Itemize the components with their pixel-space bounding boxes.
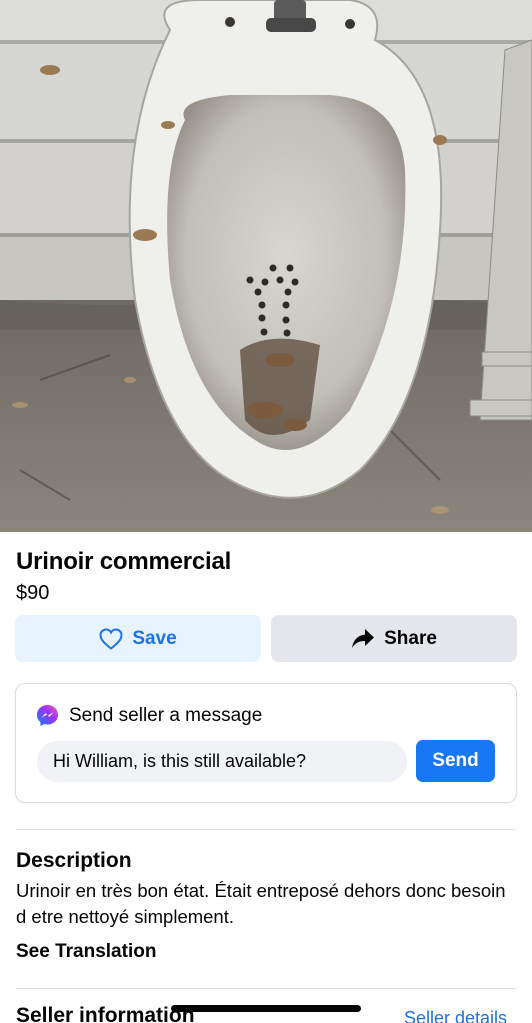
see-translation-link[interactable]: See Translation bbox=[16, 941, 156, 963]
message-seller-card: Send seller a message Hi William, is thi… bbox=[15, 683, 517, 803]
message-input[interactable]: Hi William, is this still available? bbox=[37, 741, 407, 782]
share-button[interactable]: Share bbox=[271, 615, 517, 662]
save-label: Save bbox=[132, 627, 177, 649]
seller-info-heading: Seller information bbox=[16, 1004, 195, 1023]
send-button[interactable]: Send bbox=[416, 740, 495, 782]
save-button[interactable]: Save bbox=[15, 615, 261, 662]
description-heading: Description bbox=[16, 849, 132, 872]
home-indicator[interactable] bbox=[171, 1005, 361, 1012]
divider bbox=[16, 988, 516, 989]
listing-photo[interactable] bbox=[0, 0, 532, 532]
listing-price: $90 bbox=[16, 582, 50, 604]
description-text: Urinoir en très bon état. Était entrepos… bbox=[16, 880, 506, 927]
urinal-photo bbox=[0, 0, 532, 532]
share-label: Share bbox=[384, 627, 437, 649]
messenger-icon bbox=[36, 704, 59, 727]
message-heading: Send seller a message bbox=[36, 704, 262, 727]
heart-icon bbox=[99, 627, 123, 650]
message-heading-label: Send seller a message bbox=[69, 704, 263, 726]
seller-details-link[interactable]: Seller details bbox=[404, 1008, 507, 1023]
share-arrow-icon bbox=[352, 628, 375, 648]
divider bbox=[16, 829, 516, 830]
listing-title: Urinoir commercial bbox=[16, 548, 232, 575]
